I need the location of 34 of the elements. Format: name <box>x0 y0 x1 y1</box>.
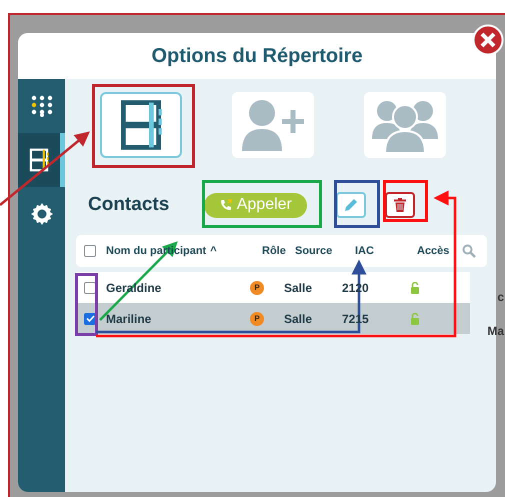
role-badge: P <box>250 312 264 326</box>
phone-icon <box>220 199 232 211</box>
highlight-frame <box>75 273 98 336</box>
settings-icon <box>30 202 54 226</box>
select-all-checkbox[interactable] <box>84 245 96 257</box>
option-tile[interactable] <box>232 92 314 158</box>
role-badge: P <box>250 280 264 294</box>
dialog-title: Options du Répertoire <box>18 33 496 79</box>
background-text: c <box>497 290 504 304</box>
source-cell-text: Salle <box>284 312 314 326</box>
section-heading: Contacts <box>88 194 170 216</box>
add-person-icon <box>240 97 306 153</box>
participant-name: Mariline <box>106 312 152 326</box>
column-header: IAC <box>355 245 374 257</box>
sort-caret: ^ <box>210 245 217 257</box>
row-checkbox[interactable] <box>84 312 96 324</box>
close-button[interactable] <box>472 24 504 56</box>
option-tile[interactable] <box>364 92 446 158</box>
keypad-icon <box>30 95 52 117</box>
background-text: Ma <box>487 324 504 338</box>
highlight-frame <box>334 180 380 228</box>
delete-button[interactable] <box>385 192 416 218</box>
row-checkbox[interactable] <box>84 282 96 294</box>
pencil-icon <box>343 197 360 213</box>
column-header: Source <box>295 245 332 257</box>
column-header: Rôle <box>262 245 286 257</box>
edit-button[interactable] <box>336 192 366 218</box>
source-cell-text: Salle <box>284 280 314 294</box>
option-tile[interactable] <box>100 92 182 158</box>
trash-icon <box>394 198 406 212</box>
address-book-icon <box>28 148 50 172</box>
sidebar-item[interactable] <box>18 133 65 187</box>
highlight-frame <box>383 180 428 222</box>
column-header: Accès <box>417 245 450 257</box>
